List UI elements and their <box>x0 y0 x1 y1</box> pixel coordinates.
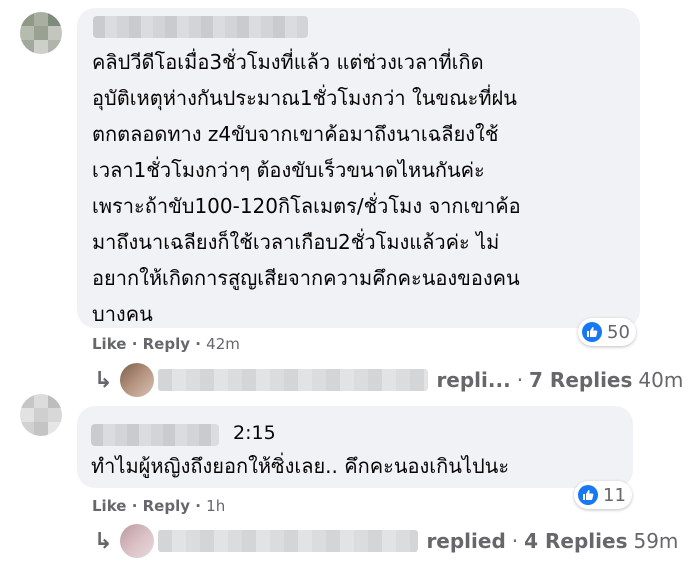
thumbs-up-icon <box>578 485 598 505</box>
view-replies-row[interactable]: ↳ replied · 4 Replies 59m <box>94 524 678 558</box>
reply-arrow-icon: ↳ <box>94 367 113 393</box>
comment-line: อยากให้เกิดการสูญเสียจากความคึกคะนองของค… <box>92 266 520 290</box>
comment-text: คลิปวีดีโอเมื่อ3ชั่วโมงที่แล้ว แต่ช่วงเว… <box>92 44 521 332</box>
replies-time: 40m <box>638 368 684 392</box>
comment-line: อุบัติเหตุห่างกันประมาณ1ชั่วโมงกว่า ในขณ… <box>92 86 517 110</box>
replies-count: 4 Replies <box>524 529 628 553</box>
replies-word: replied <box>426 529 506 553</box>
comment-actions: Like · Reply · 42m <box>92 335 240 353</box>
replier-avatar <box>120 524 155 558</box>
comment-line: มาถึงนาเฉลียงก็ใช้เวลาเกือบ2ชั่วโมงแล้วค… <box>92 230 500 254</box>
comment-line: ทำไมผู้หญิงถึงยอกให้ซิ่งเลย.. คึกคะนองเก… <box>91 454 510 478</box>
comment-bubble: 2:15 ทำไมผู้หญิงถึงยอกให้ซิ่งเลย.. คึกคะ… <box>77 406 633 488</box>
reaction-count: 11 <box>603 484 626 506</box>
separator-dot: · <box>516 368 524 392</box>
replier-names-blurred <box>158 369 429 391</box>
comment-time[interactable]: 42m <box>206 335 240 353</box>
commenter-name-blurred[interactable] <box>91 424 219 446</box>
replies-word: repli... <box>436 368 511 392</box>
replies-time: 59m <box>633 529 679 553</box>
replier-avatar <box>120 363 155 397</box>
commenter-name-blurred[interactable] <box>93 16 308 38</box>
separator-dot: · <box>511 529 519 553</box>
commenter-avatar[interactable] <box>20 12 62 54</box>
like-link[interactable]: Like <box>92 497 126 515</box>
thumbs-up-icon <box>582 322 602 342</box>
reply-arrow-icon: ↳ <box>94 528 113 554</box>
comment-bubble: คลิปวีดีโอเมื่อ3ชั่วโมงที่แล้ว แต่ช่วงเว… <box>77 8 640 328</box>
replies-count: 7 Replies <box>529 368 633 392</box>
like-link[interactable]: Like <box>92 335 126 353</box>
comment-line: บางคน <box>92 302 153 326</box>
comment-line: ตกตลอดทาง z4ขับจากเขาค้อมาถึงนาเฉลียงใช้ <box>92 122 499 146</box>
separator-dot: · <box>131 497 143 515</box>
comment-timestamp: 2:15 <box>233 422 276 444</box>
commenter-avatar[interactable] <box>20 394 62 436</box>
comment-line: เวลา1ชั่วโมงกว่าๆ ต้องขับเร็วขนาดไหนกันค… <box>92 158 485 182</box>
replier-names-blurred <box>158 530 419 552</box>
comment-time[interactable]: 1h <box>206 497 225 515</box>
comment-actions: Like · Reply · 1h <box>92 497 225 515</box>
separator-dot: · <box>131 335 143 353</box>
view-replies-row[interactable]: ↳ repli... · 7 Replies 40m <box>94 363 683 397</box>
reply-link[interactable]: Reply <box>143 335 190 353</box>
reaction-count-badge[interactable]: 11 <box>574 481 632 509</box>
comment-line: เพราะถ้าขับ100-120กิโลเมตร/ชั่วโมง จากเข… <box>92 194 521 218</box>
comment-line: คลิปวีดีโอเมื่อ3ชั่วโมงที่แล้ว แต่ช่วงเว… <box>92 50 484 74</box>
separator-dot: · <box>195 497 207 515</box>
separator-dot: · <box>195 335 207 353</box>
reaction-count-badge[interactable]: 50 <box>578 318 636 346</box>
reply-link[interactable]: Reply <box>143 497 190 515</box>
reaction-count: 50 <box>607 321 630 343</box>
